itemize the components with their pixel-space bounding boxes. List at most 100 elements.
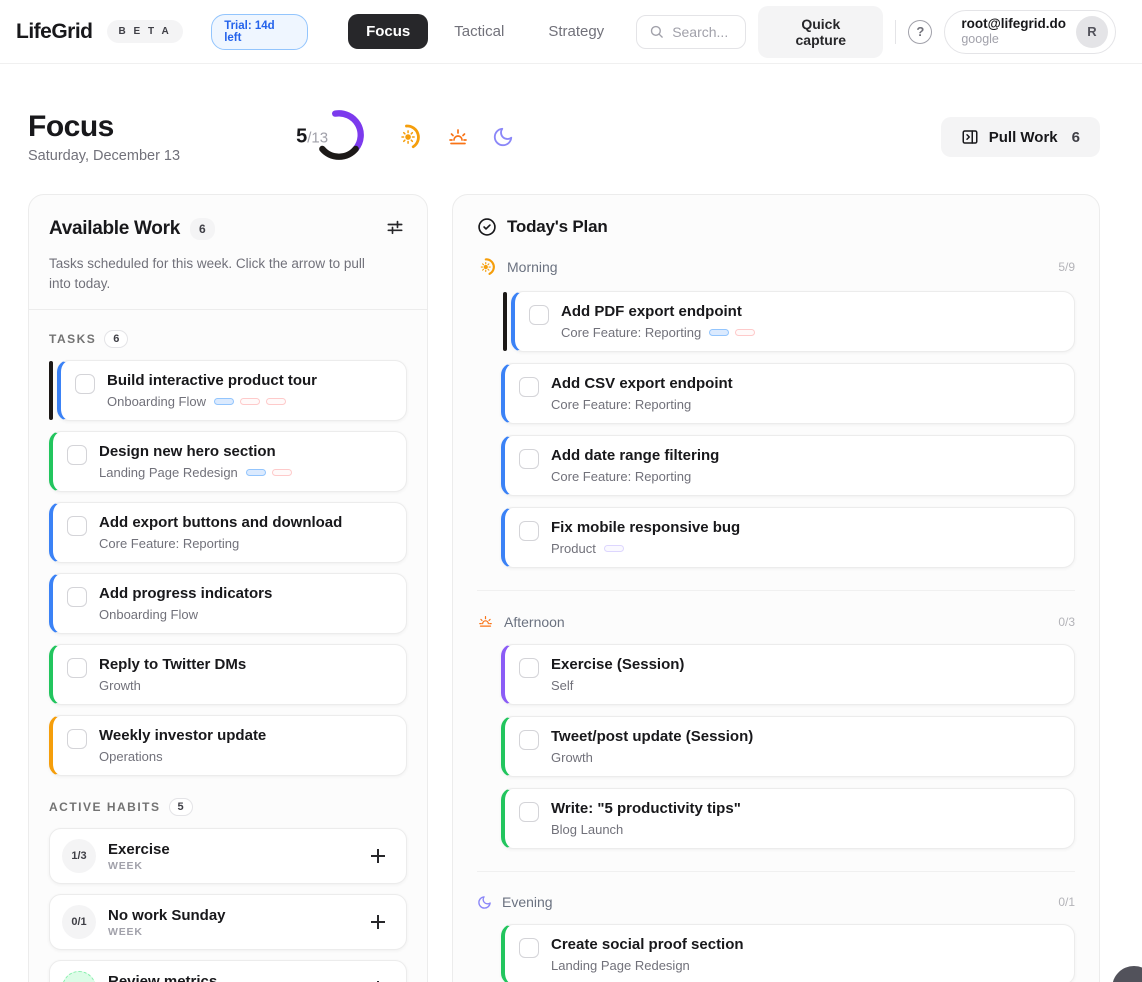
task-checkbox[interactable] [529, 305, 549, 325]
search-input[interactable] [672, 24, 742, 40]
page-title: Focus [28, 110, 180, 144]
habit-name: No work Sunday [108, 907, 226, 924]
tab-strategy[interactable]: Strategy [530, 14, 622, 49]
task-title: Design new hero section [99, 443, 292, 460]
beta-badge: B E T A [107, 20, 184, 43]
account-provider: google [961, 32, 1066, 47]
task-badges [214, 398, 286, 405]
task-card[interactable]: Build interactive product tour Onboardin… [57, 360, 407, 421]
task-card[interactable]: Fix mobile responsive bug Product [501, 507, 1075, 568]
habit-add-button[interactable] [366, 910, 390, 934]
habit-add-button[interactable] [366, 976, 390, 982]
evening-count: 0/1 [1058, 895, 1075, 909]
task-title: Reply to Twitter DMs [99, 656, 246, 673]
evening-moon-icon[interactable] [492, 126, 514, 148]
search-box[interactable] [636, 15, 746, 49]
divider [477, 590, 1075, 591]
habit-add-button[interactable] [366, 844, 390, 868]
task-checkbox[interactable] [519, 521, 539, 541]
task-title: Fix mobile responsive bug [551, 519, 740, 536]
task-title: Write: "5 productivity tips" [551, 800, 741, 817]
task-title: Exercise (Session) [551, 656, 684, 673]
pull-work-button[interactable]: Pull Work 6 [941, 117, 1100, 157]
filter-settings-button[interactable] [383, 215, 407, 242]
habit-name: Review metrics [108, 973, 217, 982]
task-title: Create social proof section [551, 936, 744, 953]
task-project: Core Feature: Reporting [551, 469, 691, 484]
task-checkbox[interactable] [67, 445, 87, 465]
task-badge [709, 329, 729, 336]
habit-period: WEEK [108, 860, 170, 872]
task-checkbox[interactable] [519, 802, 539, 822]
task-project: Blog Launch [551, 822, 623, 837]
task-title: Add CSV export endpoint [551, 375, 733, 392]
progress-count: 5/13 [296, 126, 328, 149]
task-project: Onboarding Flow [99, 607, 198, 622]
task-checkbox[interactable] [67, 729, 87, 749]
morning-count: 5/9 [1058, 260, 1075, 274]
task-project: Self [551, 678, 573, 693]
habit-card[interactable]: 1/3 Exercise WEEK [49, 828, 407, 884]
task-title: Add export buttons and download [99, 514, 342, 531]
task-title: Add PDF export endpoint [561, 303, 755, 320]
page-header: Focus Saturday, December 13 5/13 [0, 64, 1142, 194]
task-card[interactable]: Add export buttons and download Core Fea… [49, 502, 407, 563]
task-title: Weekly investor update [99, 727, 266, 744]
afternoon-label: Afternoon [504, 614, 565, 630]
afternoon-task-list: Exercise (Session) Self Tweet/post up [501, 644, 1075, 849]
task-card[interactable]: Write: "5 productivity tips" Blog Launch [501, 788, 1075, 849]
habit-card[interactable]: 1/1 Review metrics WEEK [49, 960, 407, 982]
habit-progress-badge: 0/1 [62, 905, 96, 939]
task-card[interactable]: Create social proof section Landing Page… [501, 924, 1075, 982]
task-checkbox[interactable] [75, 374, 95, 394]
morning-sun-icon[interactable] [394, 122, 424, 152]
task-card[interactable]: Add CSV export endpoint Core Feature: Re… [501, 363, 1075, 424]
search-icon [649, 24, 664, 39]
task-card[interactable]: Reply to Twitter DMs Growth [49, 644, 407, 705]
task-card[interactable]: Design new hero section Landing Page Red… [49, 431, 407, 492]
evening-moon-icon [477, 895, 492, 910]
task-checkbox[interactable] [67, 516, 87, 536]
habit-list: 1/3 Exercise WEEK 0/1 No work Sunday WEE… [49, 828, 407, 982]
task-badge [214, 398, 234, 405]
available-task-list: Build interactive product tour Onboardin… [49, 360, 407, 776]
top-navbar: LifeGrid B E T A Trial: 14d left Focus T… [0, 0, 1142, 64]
task-checkbox[interactable] [67, 587, 87, 607]
task-card[interactable]: Weekly investor update Operations [49, 715, 407, 776]
habits-count: 5 [169, 798, 193, 816]
help-icon[interactable]: ? [908, 20, 932, 44]
task-checkbox[interactable] [519, 658, 539, 678]
afternoon-count: 0/3 [1058, 615, 1075, 629]
task-card[interactable]: Tweet/post update (Session) Growth [501, 716, 1075, 777]
afternoon-section-header: Afternoon 0/3 [477, 613, 1075, 630]
task-checkbox[interactable] [519, 938, 539, 958]
habit-progress-badge: 1/1 [62, 971, 96, 982]
available-work-title: Available Work [49, 218, 180, 240]
app-logo: LifeGrid [16, 20, 93, 44]
habit-card[interactable]: 0/1 No work Sunday WEEK [49, 894, 407, 950]
habits-label: ACTIVE HABITS [49, 800, 161, 814]
task-title: Add progress indicators [99, 585, 272, 602]
afternoon-sunrise-icon[interactable] [446, 125, 470, 149]
task-project: Onboarding Flow [107, 394, 206, 409]
task-card[interactable]: Add progress indicators Onboarding Flow [49, 573, 407, 634]
pull-work-count: 6 [1072, 129, 1080, 146]
task-card[interactable]: Exercise (Session) Self [501, 644, 1075, 705]
task-checkbox[interactable] [519, 449, 539, 469]
task-checkbox[interactable] [519, 730, 539, 750]
task-card[interactable]: Add PDF export endpoint Core Feature: Re… [511, 291, 1075, 352]
tab-tactical[interactable]: Tactical [436, 14, 522, 49]
account-menu[interactable]: root@lifegrid.do google R [944, 10, 1116, 54]
task-project: Core Feature: Reporting [551, 397, 691, 412]
task-card[interactable]: Add date range filtering Core Feature: R… [501, 435, 1075, 496]
available-work-panel: Available Work 6 Tasks scheduled for thi… [28, 194, 428, 982]
task-project: Core Feature: Reporting [99, 536, 239, 551]
task-checkbox[interactable] [519, 377, 539, 397]
todays-plan-title: Today's Plan [507, 217, 608, 237]
quick-capture-button[interactable]: Quick capture [758, 6, 883, 58]
tab-focus[interactable]: Focus [348, 14, 428, 49]
task-project: Core Feature: Reporting [561, 325, 701, 340]
trial-badge[interactable]: Trial: 14d left [211, 14, 308, 50]
habit-period: WEEK [108, 926, 226, 938]
task-checkbox[interactable] [67, 658, 87, 678]
